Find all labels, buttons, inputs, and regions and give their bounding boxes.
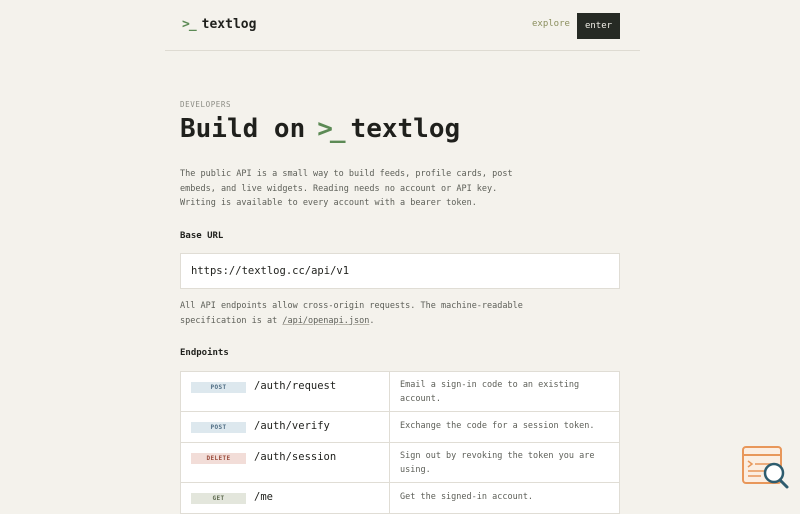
endpoint-row: DELETE /auth/session Sign out by revokin… <box>181 443 619 483</box>
endpoint-path: /me <box>254 491 273 503</box>
base-url-heading: Base URL <box>180 231 224 241</box>
method-badge: POST <box>191 422 246 433</box>
method-badge: GET <box>191 493 246 504</box>
page-title-prefix: Build on <box>180 114 306 144</box>
intro-paragraph: The public API is a small way to build f… <box>180 169 513 208</box>
endpoint-route: DELETE /auth/session <box>181 443 390 482</box>
section-eyebrow: DEVELOPERS <box>180 100 232 109</box>
endpoint-route: POST /auth/verify <box>181 412 390 442</box>
openapi-spec-link[interactable]: /api/openapi.json <box>282 316 369 326</box>
terminal-prompt-icon: >_ <box>317 114 345 144</box>
endpoint-description: Exchange the code for a session token. <box>400 421 595 431</box>
endpoint-description: Get the signed-in account. <box>400 492 534 502</box>
base-url-value: https://textlog.cc/api/v1 <box>191 265 350 277</box>
endpoints-heading: Endpoints <box>180 348 229 358</box>
explore-link[interactable]: explore <box>532 19 570 29</box>
endpoint-description: Email a sign-in code to an existing acco… <box>400 380 580 404</box>
endpoint-path: /auth/request <box>254 380 337 392</box>
page-title-brand: textlog <box>350 114 461 144</box>
endpoint-row: POST /auth/verify Exchange the code for … <box>181 412 619 443</box>
endpoints-table: POST /auth/request Email a sign-in code … <box>180 371 620 514</box>
method-badge: POST <box>191 382 246 393</box>
endpoint-row: GET /me Get the signed-in account. <box>181 483 619 513</box>
cors-note: All API endpoints allow cross-origin req… <box>180 299 580 328</box>
brand-logo-link[interactable]: >_ textlog <box>182 17 256 32</box>
endpoint-description: Sign out by revoking the token you are u… <box>400 451 595 475</box>
top-navigation-bar: >_ textlog explore enter <box>165 0 640 51</box>
brand-name: textlog <box>201 17 257 32</box>
endpoint-row: POST /auth/request Email a sign-in code … <box>181 372 619 412</box>
search-page-icon[interactable] <box>741 445 791 490</box>
method-badge: DELETE <box>191 453 246 464</box>
page-title: Build on >_ textlog <box>180 114 460 144</box>
endpoint-route: GET /me <box>181 483 390 513</box>
terminal-prompt-icon: >_ <box>182 17 197 32</box>
search-page-icon-graphic <box>742 446 789 489</box>
cors-note-end: . <box>369 315 375 326</box>
base-url-box[interactable]: https://textlog.cc/api/v1 <box>180 253 620 289</box>
endpoint-path: /auth/verify <box>254 420 330 432</box>
endpoint-path: /auth/session <box>254 451 337 463</box>
endpoint-route: POST /auth/request <box>181 372 390 411</box>
enter-button[interactable]: enter <box>577 13 620 39</box>
